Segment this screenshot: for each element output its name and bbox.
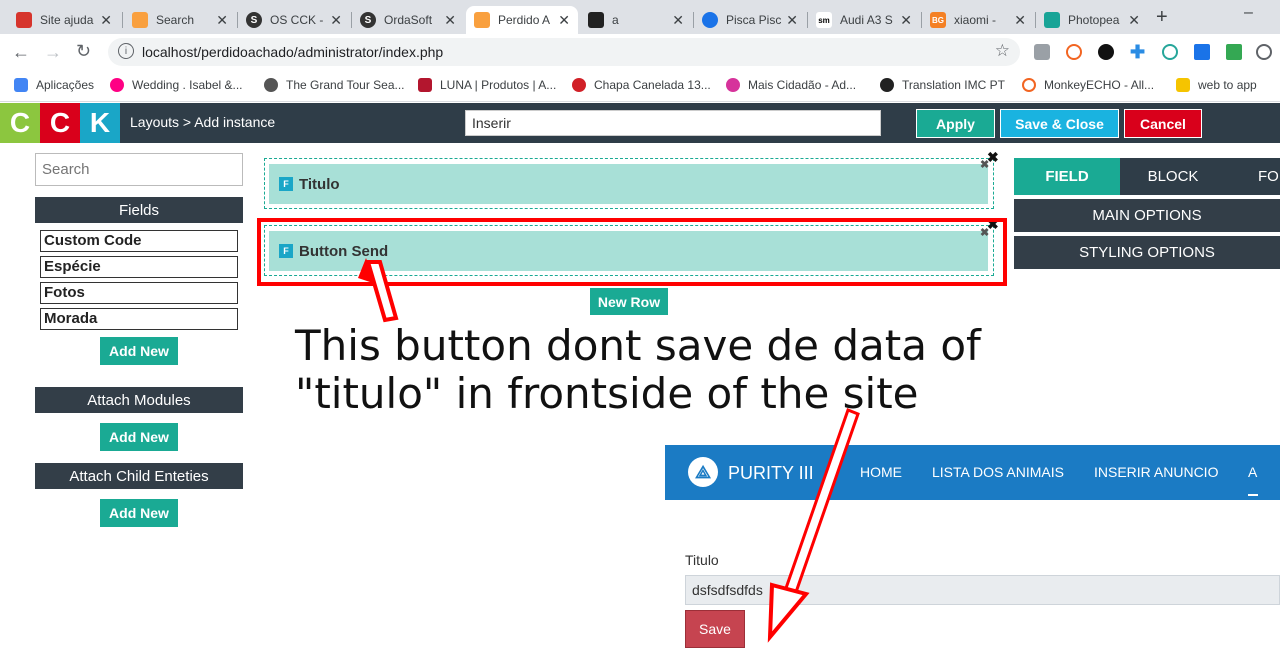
annotation-arrow-up [365, 260, 399, 323]
annotation-arrows [358, 258, 860, 643]
annotation-arrowhead-down [767, 582, 810, 643]
annotation-arrow-down [783, 408, 860, 597]
